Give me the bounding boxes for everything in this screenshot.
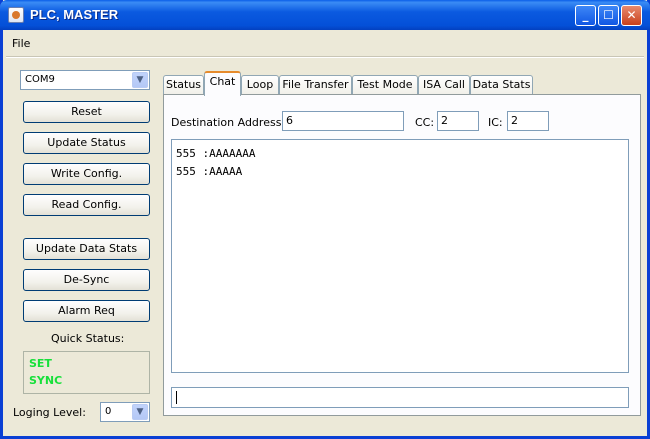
destination-address-label: Destination Address: <box>171 116 286 129</box>
destination-address-input[interactable]: 6 <box>282 111 404 131</box>
text-caret <box>176 391 177 404</box>
alarm-req-button[interactable]: Alarm Req <box>23 300 150 322</box>
port-select-value: COM9 <box>25 74 55 85</box>
cc-label: CC: <box>415 116 435 129</box>
de-sync-button[interactable]: De-Sync <box>23 269 150 291</box>
read-config-button[interactable]: Read Config. <box>23 194 150 216</box>
close-icon: ✕ <box>626 8 637 22</box>
quick-status-set: SET <box>29 357 52 370</box>
update-data-stats-button[interactable]: Update Data Stats <box>23 238 150 260</box>
quick-status-label: Quick Status: <box>51 332 125 345</box>
chevron-down-icon[interactable]: ▼ <box>132 72 148 88</box>
java-app-icon <box>8 7 24 23</box>
ic-label: IC: <box>488 116 503 129</box>
tab-chat[interactable]: Chat <box>204 71 241 96</box>
window-title: PLC, MASTER <box>30 7 119 22</box>
menu-separator <box>6 56 644 58</box>
tab-file-transfer[interactable]: File Transfer <box>279 75 352 95</box>
tab-test-mode[interactable]: Test Mode <box>352 75 418 95</box>
update-status-button[interactable]: Update Status <box>23 132 150 154</box>
reset-button[interactable]: Reset <box>23 101 150 123</box>
tab-data-stats[interactable]: Data Stats <box>470 75 533 95</box>
chevron-down-icon[interactable]: ▼ <box>132 404 148 420</box>
menu-file[interactable]: File <box>12 37 30 50</box>
chat-message-input[interactable] <box>171 387 629 408</box>
logging-level-value: 0 <box>105 406 112 417</box>
logging-level-select[interactable]: 0 ▼ <box>100 402 150 422</box>
port-select[interactable]: COM9 ▼ <box>20 70 150 90</box>
main-window: PLC, MASTER _ ☐ ✕ File COM9 ▼ Reset Upda… <box>0 0 650 439</box>
quick-status-sync: SYNC <box>29 374 63 387</box>
maximize-button[interactable]: ☐ <box>598 5 619 26</box>
cc-input[interactable]: 2 <box>437 111 479 131</box>
menu-bar: File <box>3 30 647 54</box>
tab-status[interactable]: Status <box>163 75 204 95</box>
chat-message: 555 :AAAAAAA <box>176 147 256 160</box>
chat-log[interactable]: 555 :AAAAAAA 555 :AAAAA <box>171 139 629 373</box>
chat-message: 555 :AAAAA <box>176 165 243 178</box>
logging-level-label: Loging Level: <box>13 406 86 419</box>
ic-input[interactable]: 2 <box>507 111 549 131</box>
maximize-icon: ☐ <box>603 8 614 22</box>
minimize-icon: _ <box>582 8 589 22</box>
tab-loop[interactable]: Loop <box>241 75 279 95</box>
write-config-button[interactable]: Write Config. <box>23 163 150 185</box>
tab-isa-call[interactable]: ISA Call <box>418 75 470 95</box>
minimize-button[interactable]: _ <box>575 5 596 26</box>
close-button[interactable]: ✕ <box>621 5 642 26</box>
quick-status-box: SET SYNC <box>23 351 150 394</box>
title-bar[interactable]: PLC, MASTER _ ☐ ✕ <box>0 0 650 30</box>
